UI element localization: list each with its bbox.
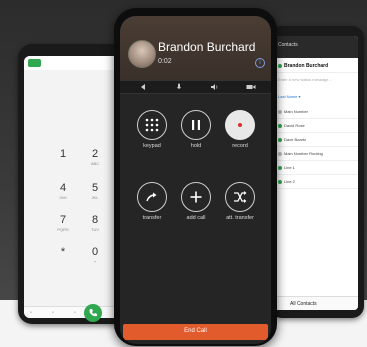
- key-letters: +: [93, 259, 97, 264]
- dial-keypad: 1 2 ABC 4 GHI 5 JKL 7 PQRS 8 TUV * 0 +: [30, 148, 120, 288]
- contacts-phone: Contacts Brandon Burchard Enter a new st…: [270, 26, 364, 318]
- key-letters: JKL: [91, 195, 99, 200]
- contact-name: Main Number: [284, 109, 309, 114]
- contacts-footer[interactable]: All Contacts: [274, 296, 358, 310]
- contact-item[interactable]: Line 2: [274, 176, 358, 189]
- dialer-tab-bar: ● ● ● ●: [24, 306, 122, 318]
- contacts-screen: Contacts Brandon Burchard Enter a new st…: [274, 36, 358, 310]
- microphone-icon[interactable]: [174, 83, 184, 91]
- avatar: [128, 40, 156, 68]
- key-4[interactable]: 4 GHI: [48, 182, 78, 212]
- contact-item[interactable]: Dave Boartz: [274, 134, 358, 147]
- video-icon[interactable]: [246, 83, 256, 91]
- add-call-label: add call: [186, 215, 206, 221]
- contact-item[interactable]: David Rose: [274, 120, 358, 133]
- record-icon: [225, 110, 255, 140]
- presence-dot: [278, 110, 282, 114]
- transfer-icon: [137, 182, 167, 212]
- key-7[interactable]: 7 PQRS: [48, 214, 78, 244]
- back-arrow-icon[interactable]: [138, 83, 148, 91]
- presence-dot: [278, 64, 282, 68]
- contact-name: Line 1: [284, 165, 295, 170]
- dialer-screen: 1 2 ABC 4 GHI 5 JKL 7 PQRS 8 TUV * 0 + ●…: [24, 56, 122, 318]
- call-control-strip: [120, 80, 271, 94]
- end-call-label: End Call: [184, 328, 207, 334]
- key-digit: 7: [59, 214, 67, 226]
- contact-name: David Rose: [284, 123, 305, 128]
- key-2[interactable]: 2 ABC: [80, 148, 110, 178]
- key-digit: 1: [59, 148, 67, 160]
- key-8[interactable]: 8 TUV: [80, 214, 110, 244]
- key-digit: 5: [91, 182, 99, 194]
- presence-dot: [278, 180, 282, 184]
- contacts-header: Contacts: [274, 36, 358, 58]
- contact-item[interactable]: Main Number Routing: [274, 148, 358, 161]
- plus-icon: [181, 182, 211, 212]
- attended-transfer-button[interactable]: att. transfer: [220, 182, 260, 221]
- call-action-grid: keypad hold record transfer add call att…: [120, 110, 271, 260]
- contact-item[interactable]: Line 1: [274, 162, 358, 175]
- presence-dot: [278, 166, 282, 170]
- end-call-button[interactable]: End Call: [123, 324, 268, 340]
- key-0[interactable]: 0 +: [80, 246, 110, 276]
- my-name: Brandon Burchard: [284, 63, 329, 69]
- transfer-button[interactable]: transfer: [132, 182, 172, 221]
- add-call-button[interactable]: add call: [176, 182, 216, 221]
- tab-messages[interactable]: ●: [74, 310, 76, 314]
- hold-button[interactable]: hold: [176, 110, 216, 149]
- marketing-scene: 1 2 ABC 4 GHI 5 JKL 7 PQRS 8 TUV * 0 + ●…: [0, 0, 367, 347]
- key-digit: 2: [91, 148, 99, 160]
- contact-name: Main Number Routing: [284, 151, 323, 156]
- call-timer: 0:02: [158, 58, 172, 65]
- keypad-label: keypad: [143, 143, 161, 149]
- key-digit: *: [60, 246, 66, 258]
- dial-call-button[interactable]: [84, 304, 102, 322]
- key-digit: 8: [91, 214, 99, 226]
- my-presence-row[interactable]: Brandon Burchard: [274, 60, 358, 73]
- contacts-title: Contacts: [278, 42, 298, 48]
- keypad-button[interactable]: keypad: [132, 110, 172, 149]
- key-star[interactable]: *: [48, 246, 78, 276]
- all-contacts-label: All Contacts: [290, 301, 317, 307]
- dialer-top-bar: [24, 56, 122, 70]
- pause-icon: [181, 110, 211, 140]
- key-letters: TUV: [91, 227, 99, 232]
- caller-name: Brandon Burchard: [158, 40, 256, 54]
- status-badge: [28, 59, 41, 67]
- call-phone: Brandon Burchard 0:02 i keypad hold reco…: [114, 8, 277, 346]
- phone-icon: [89, 309, 97, 317]
- tab-contacts[interactable]: ●: [52, 310, 54, 314]
- key-1[interactable]: 1: [48, 148, 78, 178]
- call-header: Brandon Burchard 0:02 i: [120, 16, 271, 80]
- sort-filter[interactable]: Last Name ▾: [278, 94, 300, 99]
- keypad-icon: [137, 110, 167, 140]
- call-screen: Brandon Burchard 0:02 i keypad hold reco…: [120, 16, 271, 344]
- contact-name: Line 2: [284, 179, 295, 184]
- key-letters: GHI: [59, 195, 67, 200]
- key-digit: 0: [91, 246, 99, 258]
- presence-dot: [278, 124, 282, 128]
- hold-label: hold: [190, 143, 202, 149]
- attended-transfer-label: att. transfer: [226, 215, 254, 221]
- presence-dot: [278, 152, 282, 156]
- contact-name: Dave Boartz: [284, 137, 307, 142]
- key-letters: PQRS: [57, 227, 69, 232]
- speaker-icon[interactable]: [210, 83, 220, 91]
- info-icon[interactable]: i: [255, 58, 265, 68]
- attended-transfer-icon: [225, 182, 255, 212]
- record-label: record: [232, 143, 248, 149]
- phone-notch: [173, 10, 206, 15]
- transfer-label: transfer: [142, 215, 162, 221]
- dialer-phone: 1 2 ABC 4 GHI 5 JKL 7 PQRS 8 TUV * 0 + ●…: [18, 44, 128, 324]
- key-letters: ABC: [90, 161, 100, 166]
- presence-dot: [278, 138, 282, 142]
- key-digit: 4: [59, 182, 67, 194]
- status-message-input[interactable]: Enter a new status message...: [278, 77, 332, 82]
- sort-filter-label: Last Name: [278, 94, 298, 99]
- tab-dialer[interactable]: ●: [30, 310, 32, 314]
- record-button[interactable]: record: [220, 110, 260, 149]
- contact-item[interactable]: Main Number: [274, 106, 358, 119]
- key-5[interactable]: 5 JKL: [80, 182, 110, 212]
